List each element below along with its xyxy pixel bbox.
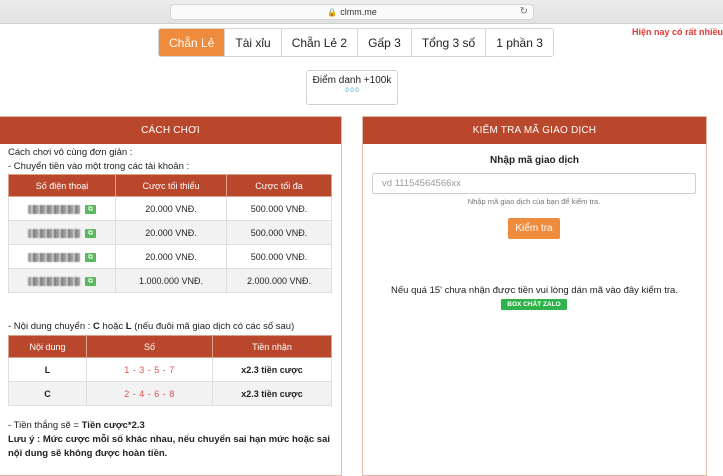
content-rule-mid: hoặc bbox=[99, 321, 126, 332]
address-bar[interactable]: 🔒 clmm.me ↻ bbox=[170, 4, 534, 20]
tab-gap-3[interactable]: Gấp 3 bbox=[358, 29, 412, 56]
table-row: L 1 - 3 - 5 - 7 x2.3 tiền cược bbox=[8, 357, 332, 382]
content-rule-prefix: - Nội dung chuyển : bbox=[8, 321, 94, 332]
table-row: ⧉ 20.000 VNĐ. 500.000 VNĐ. bbox=[8, 220, 332, 245]
tab-chan-le[interactable]: Chẵn Lẻ bbox=[159, 29, 226, 56]
content-rule-c: C bbox=[93, 321, 100, 332]
check-note: Nếu quá 15' chưa nhận được tiền vui lòng… bbox=[391, 285, 678, 296]
min-bet-cell: 20.000 VNĐ. bbox=[115, 244, 227, 269]
table-row: ⧉ 20.000 VNĐ. 500.000 VNĐ. bbox=[8, 196, 332, 221]
browser-toolbar: 🔒 clmm.me ↻ bbox=[0, 0, 723, 24]
url-text: clmm.me bbox=[340, 7, 377, 17]
lock-icon: 🔒 bbox=[327, 7, 338, 17]
zalo-chat-button[interactable]: BOX CHÁT ZALO bbox=[501, 299, 567, 310]
rules-table: Nội dung Số Tiền nhận L 1 - 3 - 5 - 7 x2… bbox=[8, 335, 332, 406]
checkin-title: Điểm danh +100k bbox=[312, 75, 392, 86]
max-bet-cell: 500.000 VNĐ. bbox=[226, 244, 332, 269]
blurred-phone bbox=[28, 276, 80, 286]
win-prefix: - Tiền thắng sẽ = bbox=[8, 420, 82, 431]
check-button[interactable]: Kiểm tra bbox=[508, 218, 560, 239]
note-line-2: nội dung sẽ không được hoàn tiền. bbox=[8, 448, 168, 459]
table-row: ⧉ 20.000 VNĐ. 500.000 VNĐ. bbox=[8, 244, 332, 269]
col-min-bet: Cược tối thiểu bbox=[115, 174, 227, 197]
reward-cell: x2.3 tiền cược bbox=[212, 357, 332, 382]
min-bet-cell: 20.000 VNĐ. bbox=[115, 220, 227, 245]
game-tabs: Chẵn Lẻ Tài xỉu Chẵn Lẻ 2 Gấp 3 Tổng 3 s… bbox=[158, 28, 554, 57]
tab-1-phan-3[interactable]: 1 phần 3 bbox=[486, 29, 553, 56]
marquee-text: Hiện nay có rất nhiều bbox=[632, 27, 723, 37]
table-row: ⧉ 1.000.000 VNĐ. 2.000.000 VNĐ. bbox=[8, 268, 332, 293]
transaction-code-input[interactable] bbox=[372, 173, 696, 194]
blurred-phone bbox=[28, 252, 80, 262]
min-bet-cell: 1.000.000 VNĐ. bbox=[115, 268, 227, 293]
col-content: Nội dung bbox=[8, 335, 87, 358]
numbers-cell: 2 - 4 - 6 - 8 bbox=[86, 381, 213, 406]
table-row: C 2 - 4 - 6 - 8 x2.3 tiền cược bbox=[8, 381, 332, 406]
check-transaction-header: KIỂM TRA MÃ GIAO DỊCH bbox=[363, 117, 706, 144]
how-to-play-header: CÁCH CHƠI bbox=[0, 117, 341, 144]
content-rule-text: - Nội dung chuyển : C hoặc L (nếu đuôi m… bbox=[8, 321, 294, 332]
content-cell: L bbox=[8, 357, 87, 382]
blurred-phone bbox=[28, 228, 80, 238]
numbers-cell: 1 - 3 - 5 - 7 bbox=[86, 357, 213, 382]
intro-accounts-text: - Chuyển tiền vào một trong các tài khoả… bbox=[8, 161, 190, 172]
note-line-1: Lưu ý : Mức cược mỗi số khác nhau, nếu c… bbox=[8, 434, 330, 445]
accounts-table: Số điện thoại Cược tối thiểu Cược tối đa… bbox=[8, 174, 332, 293]
checkin-button[interactable]: Điểm danh +100k 0 0 0 bbox=[306, 70, 398, 105]
win-formula-text: - Tiền thắng sẽ = Tiền cược*2.3 bbox=[8, 420, 145, 431]
tab-tong-3-so[interactable]: Tổng 3 số bbox=[412, 29, 487, 56]
col-reward: Tiền nhận bbox=[212, 335, 332, 358]
reload-icon[interactable]: ↻ bbox=[520, 6, 528, 17]
col-phone: Số điện thoại bbox=[8, 174, 116, 197]
checkin-counters: 0 0 0 bbox=[345, 88, 359, 94]
transaction-code-label: Nhập mã giao dịch bbox=[490, 155, 579, 166]
copy-icon[interactable]: ⧉ bbox=[85, 276, 96, 286]
max-bet-cell: 500.000 VNĐ. bbox=[226, 220, 332, 245]
copy-icon[interactable]: ⧉ bbox=[85, 204, 96, 214]
max-bet-cell: 500.000 VNĐ. bbox=[226, 196, 332, 221]
tab-tai-xiu[interactable]: Tài xỉu bbox=[225, 29, 282, 56]
reward-cell: x2.3 tiền cược bbox=[212, 381, 332, 406]
copy-icon[interactable]: ⧉ bbox=[85, 252, 96, 262]
content-rule-suffix: (nếu đuôi mã giao dịch có các số sau) bbox=[131, 321, 295, 332]
max-bet-cell: 2.000.000 VNĐ. bbox=[226, 268, 332, 293]
intro-text: Cách chơi vô cùng đơn giản : bbox=[8, 147, 133, 158]
tab-chan-le-2[interactable]: Chẵn Lẻ 2 bbox=[282, 29, 359, 56]
col-max-bet: Cược tối đa bbox=[226, 174, 332, 197]
transaction-hint: Nhập mã giao dịch của bạn để kiểm tra. bbox=[467, 197, 601, 206]
min-bet-cell: 20.000 VNĐ. bbox=[115, 196, 227, 221]
check-transaction-panel: KIỂM TRA MÃ GIAO DỊCH bbox=[362, 116, 707, 476]
blurred-phone bbox=[28, 204, 80, 214]
content-cell: C bbox=[8, 381, 87, 406]
win-formula: Tiền cược*2.3 bbox=[81, 420, 145, 431]
col-numbers: Số bbox=[86, 335, 213, 358]
copy-icon[interactable]: ⧉ bbox=[85, 228, 96, 238]
